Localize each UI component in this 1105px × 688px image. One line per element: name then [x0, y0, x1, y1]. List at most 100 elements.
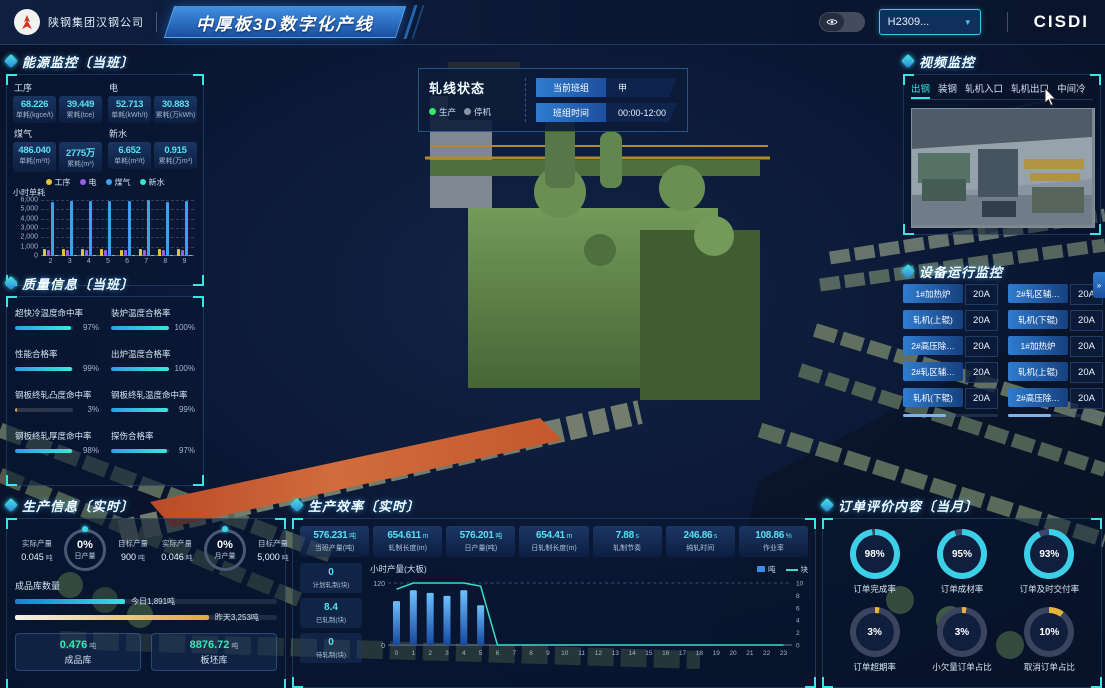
donut-label: 小欠量订单占比 — [932, 661, 992, 673]
video-tab-轧机出口[interactable]: 轧机出口 — [1011, 81, 1049, 95]
stock-bar: 昨天3,253吨 — [15, 611, 277, 624]
warehouse-boxes: 0.476 吨成品库8876.72 吨板坯库 — [15, 633, 277, 671]
bar — [93, 255, 96, 256]
y-axis-tick: 5,000 — [20, 206, 38, 213]
gauge-left-value: 0.045 吨 — [15, 552, 59, 563]
energy-body: 工序68.226单耗(kgce/t)39.449累耗(tce)电52.713单耗… — [6, 74, 204, 286]
plate-id-dropdown[interactable]: H2309... ▼ — [879, 9, 981, 35]
gauge-ring: 0%日产量 — [62, 527, 108, 573]
legend-dot — [80, 179, 86, 185]
gridline — [41, 247, 194, 248]
donut-label: 订单及时交付率 — [1020, 583, 1080, 595]
device-row: 2#高压除…20A1#加热炉20A — [903, 336, 1103, 357]
status-row-value: 甲 — [606, 78, 677, 97]
gauge-label: 日产量 — [75, 551, 96, 561]
video-tab-中间冷[interactable]: 中间冷 — [1057, 81, 1086, 95]
gauge-left: 实际产量0.046 吨 — [155, 538, 199, 563]
quality-bar-row: 99% — [15, 364, 99, 373]
company-name: 陕钢集团汉钢公司 — [48, 14, 144, 30]
scrollbar-thumb[interactable] — [903, 414, 946, 417]
panel-title: 生产效率〔实时〕 — [292, 496, 816, 514]
eye-icon — [820, 13, 844, 31]
bar — [100, 249, 103, 256]
scrollbar[interactable] — [1008, 414, 1103, 417]
video-tab-轧机入口[interactable]: 轧机入口 — [965, 81, 1003, 95]
energy-hourly-chart: 小时单耗 6,0005,0004,0003,0002,0001,00002345… — [13, 189, 197, 267]
quality-value: 100% — [173, 323, 195, 332]
bar — [108, 201, 111, 256]
donut-label: 订单成材率 — [941, 583, 984, 595]
bar — [47, 250, 50, 256]
energy-group-cells: 486.040单耗(m³/t)2775万累耗(m³) — [13, 142, 102, 172]
efficiency-side-stat: 8.4已轧制(块) — [300, 598, 362, 628]
status-dot — [429, 108, 436, 115]
svg-text:14: 14 — [628, 650, 636, 657]
energy-group-name: 电 — [109, 81, 197, 94]
visibility-toggle[interactable] — [819, 12, 865, 32]
stat-value: 0 — [301, 567, 361, 578]
quality-item: 性能合格率99% — [15, 348, 99, 373]
hourly-output-chart: 小时产量(大板) 吨块 1200108642001234567891011121… — [370, 563, 808, 663]
scrollbar[interactable] — [903, 414, 998, 417]
donut-hole: 10% — [1030, 613, 1068, 651]
orders-body: 98%订单完成率95%订单成材率93%订单及时交付率3%订单超期率3%小欠量订单… — [822, 518, 1102, 688]
stat-value: 576.231 吨 — [301, 530, 368, 541]
efficiency-stat: 246.86 s纯轧时间 — [666, 526, 735, 557]
device-cell: 轧机(下辊)20A — [903, 388, 998, 409]
svg-text:16: 16 — [662, 650, 670, 657]
quality-label: 出炉温度合格率 — [111, 348, 195, 360]
gridline — [41, 209, 194, 210]
device-cell: 2#轧区辅…20A — [1008, 284, 1103, 305]
progress-fill — [15, 326, 71, 330]
warehouse-value: 8876.72 吨 — [190, 639, 239, 651]
donut-ring: 10% — [1024, 607, 1074, 657]
device-value: 20A — [1070, 310, 1103, 331]
page-title: 中厚板3D数字化产线 — [196, 10, 374, 35]
stat-value: 576.201 吨 — [447, 530, 514, 541]
order-donut: 10%取消订单占比 — [1006, 607, 1093, 673]
panel-title: 订单评价内容〔当月〕 — [822, 496, 1102, 514]
gauge-left: 实际产量0.045 吨 — [15, 538, 59, 563]
video-tab-装钢[interactable]: 装钢 — [938, 81, 957, 95]
metric-value: 39.449 — [60, 99, 101, 110]
company-logo-group: 陕钢集团汉钢公司 — [14, 9, 144, 35]
header-actions: H2309... ▼ CISDI — [819, 9, 1089, 35]
svg-text:0: 0 — [381, 643, 385, 650]
stock-bar-fill — [15, 615, 209, 620]
status-row: 当前班组甲 — [536, 78, 677, 97]
order-donut: 95%订单成材率 — [918, 529, 1005, 595]
bar — [162, 250, 165, 256]
energy-group-cells: 6.652单耗(m³/t)0.915累耗(万m³) — [108, 142, 197, 169]
bar — [43, 249, 46, 256]
bar — [66, 250, 69, 256]
energy-group: 电52.713单耗(kWh/t)30.883累耗(万kWh) — [108, 81, 197, 123]
metric-label: 单耗(kWh/t) — [109, 110, 150, 120]
svg-text:3: 3 — [445, 650, 449, 657]
bar — [143, 250, 146, 256]
warehouse-box: 0.476 吨成品库 — [15, 633, 141, 671]
diamond-icon — [820, 498, 834, 512]
quality-value: 97% — [77, 323, 99, 332]
donut-percent: 3% — [955, 627, 969, 638]
gauge-percent: 0% — [217, 539, 233, 551]
quality-bar-row: 100% — [111, 364, 195, 373]
stat-label: 待轧制(块) — [301, 649, 361, 659]
video-body: 出钢装钢轧机入口轧机出口中间冷电加热 — [903, 74, 1101, 235]
panel-collapse-handle[interactable]: » — [1093, 272, 1105, 298]
bar — [158, 249, 161, 256]
svg-text:7: 7 — [512, 650, 516, 657]
panel-title-text: 订单评价内容〔当月〕 — [838, 496, 978, 515]
progress-track — [111, 408, 169, 412]
device-value: 20A — [965, 336, 998, 357]
bar — [51, 202, 54, 256]
device-cell: 1#加热炉20A — [1008, 336, 1103, 357]
chart-plot: 6,0005,0004,0003,0002,0001,000023456789 — [41, 200, 194, 256]
quality-bar-row: 100% — [111, 323, 195, 332]
bar — [120, 250, 123, 256]
metric-value: 6.652 — [109, 145, 150, 156]
svg-text:8: 8 — [796, 593, 800, 600]
metric-value: 2775万 — [60, 145, 101, 159]
scrollbar-thumb[interactable] — [1008, 414, 1051, 417]
legend-item: 新水 — [140, 177, 165, 188]
svg-text:23: 23 — [780, 650, 788, 657]
